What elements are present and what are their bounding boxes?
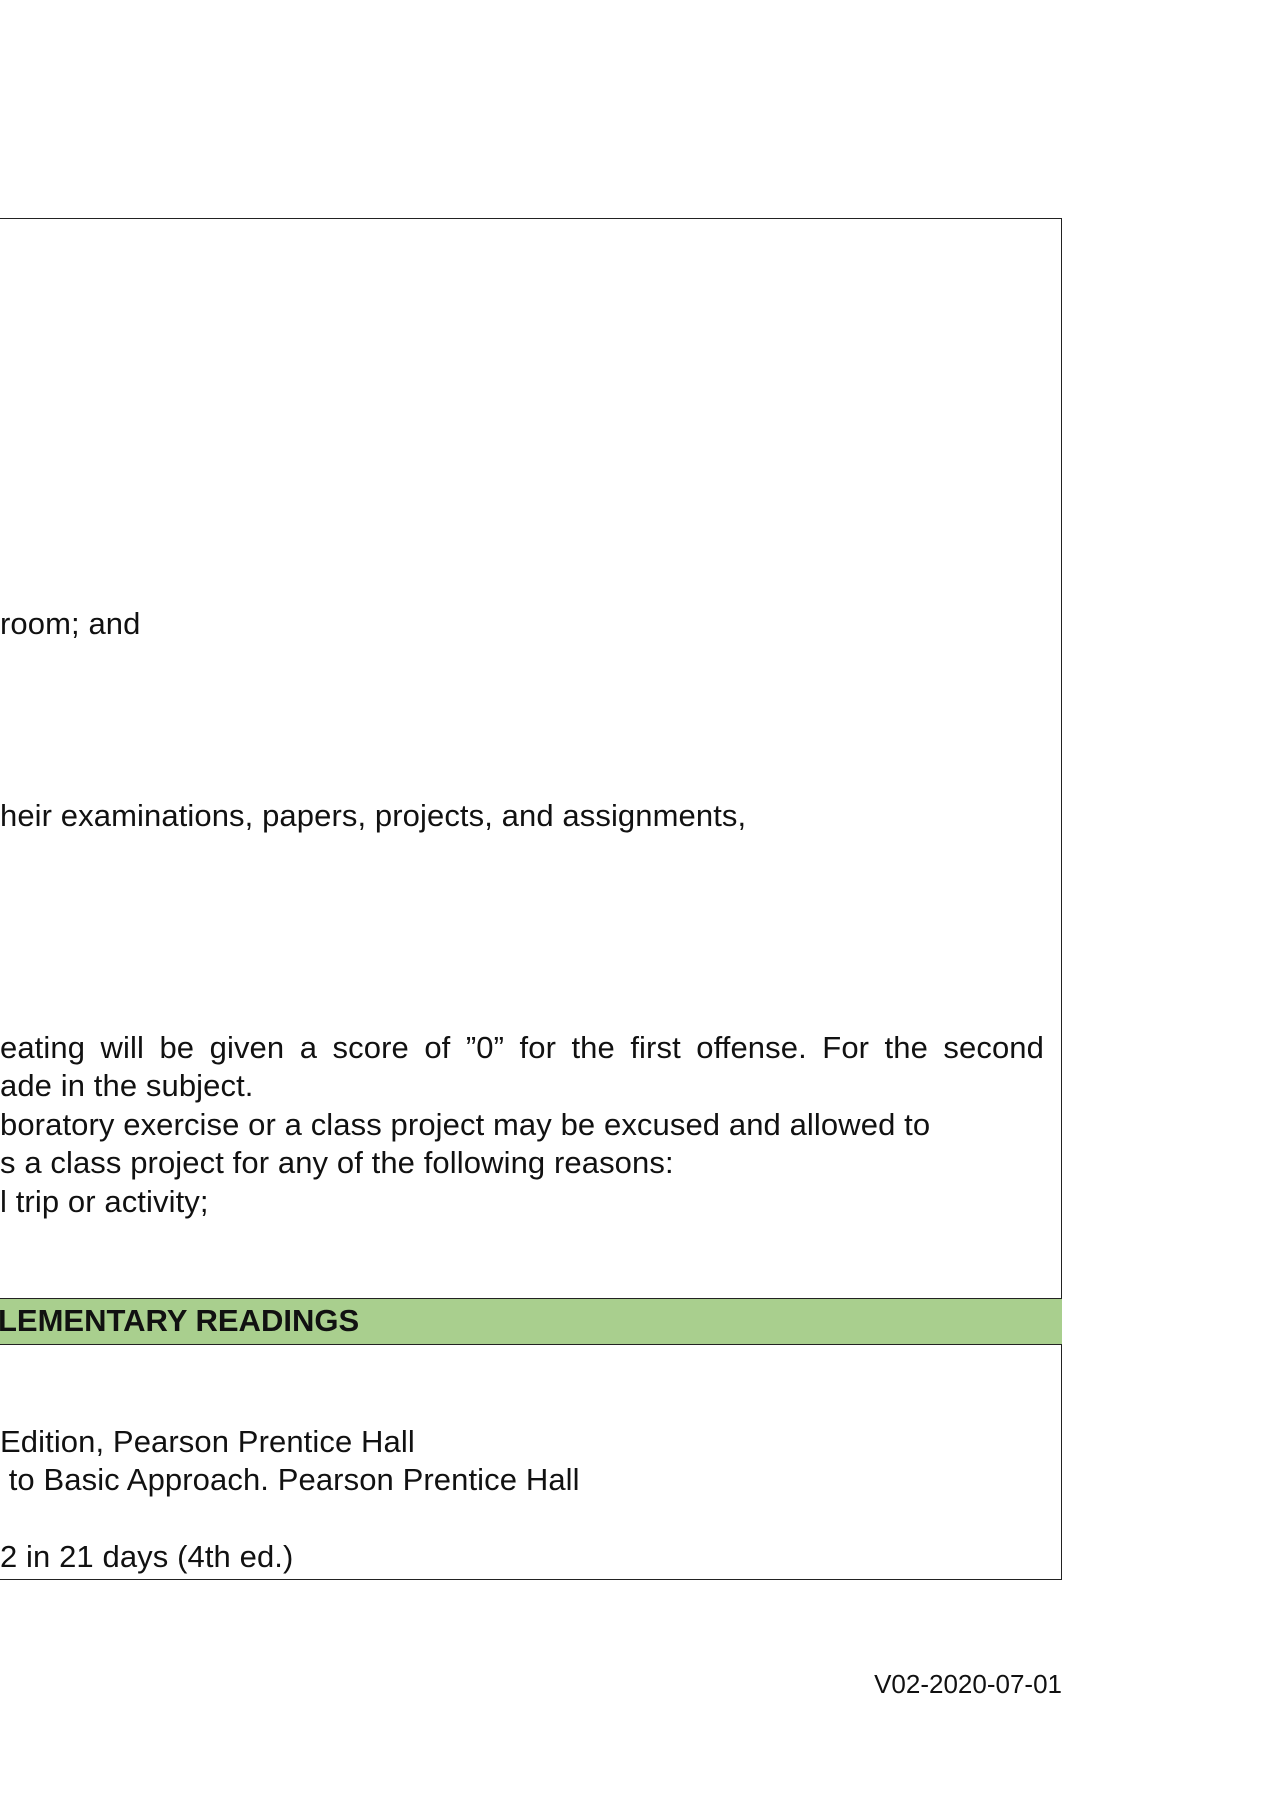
policy-line: boratory exercise or a class project may… <box>0 1107 931 1142</box>
readings-section-header: LEMENTARY READINGS <box>0 1298 1062 1345</box>
policy-line: l trip or activity; <box>0 1184 209 1219</box>
readings-section-heading: LEMENTARY READINGS <box>0 1303 360 1338</box>
policy-line: room; and <box>0 606 141 641</box>
policy-line: heir examinations, papers, projects, and… <box>0 798 747 833</box>
reading-entry: 2 in 21 days (4th ed.) <box>0 1539 294 1574</box>
policy-line: eating will be given a score of ”0” for … <box>0 1030 1044 1065</box>
reading-entry: Edition, Pearson Prentice Hall <box>0 1424 415 1459</box>
policy-line: s a class project for any of the followi… <box>0 1145 674 1180</box>
document-version: V02-2020-07-01 <box>874 1669 1062 1699</box>
syllabus-table-frame <box>0 218 1062 1580</box>
reading-entry: to Basic Approach. Pearson Prentice Hall <box>0 1462 580 1497</box>
policy-line: ade in the subject. <box>0 1068 254 1103</box>
